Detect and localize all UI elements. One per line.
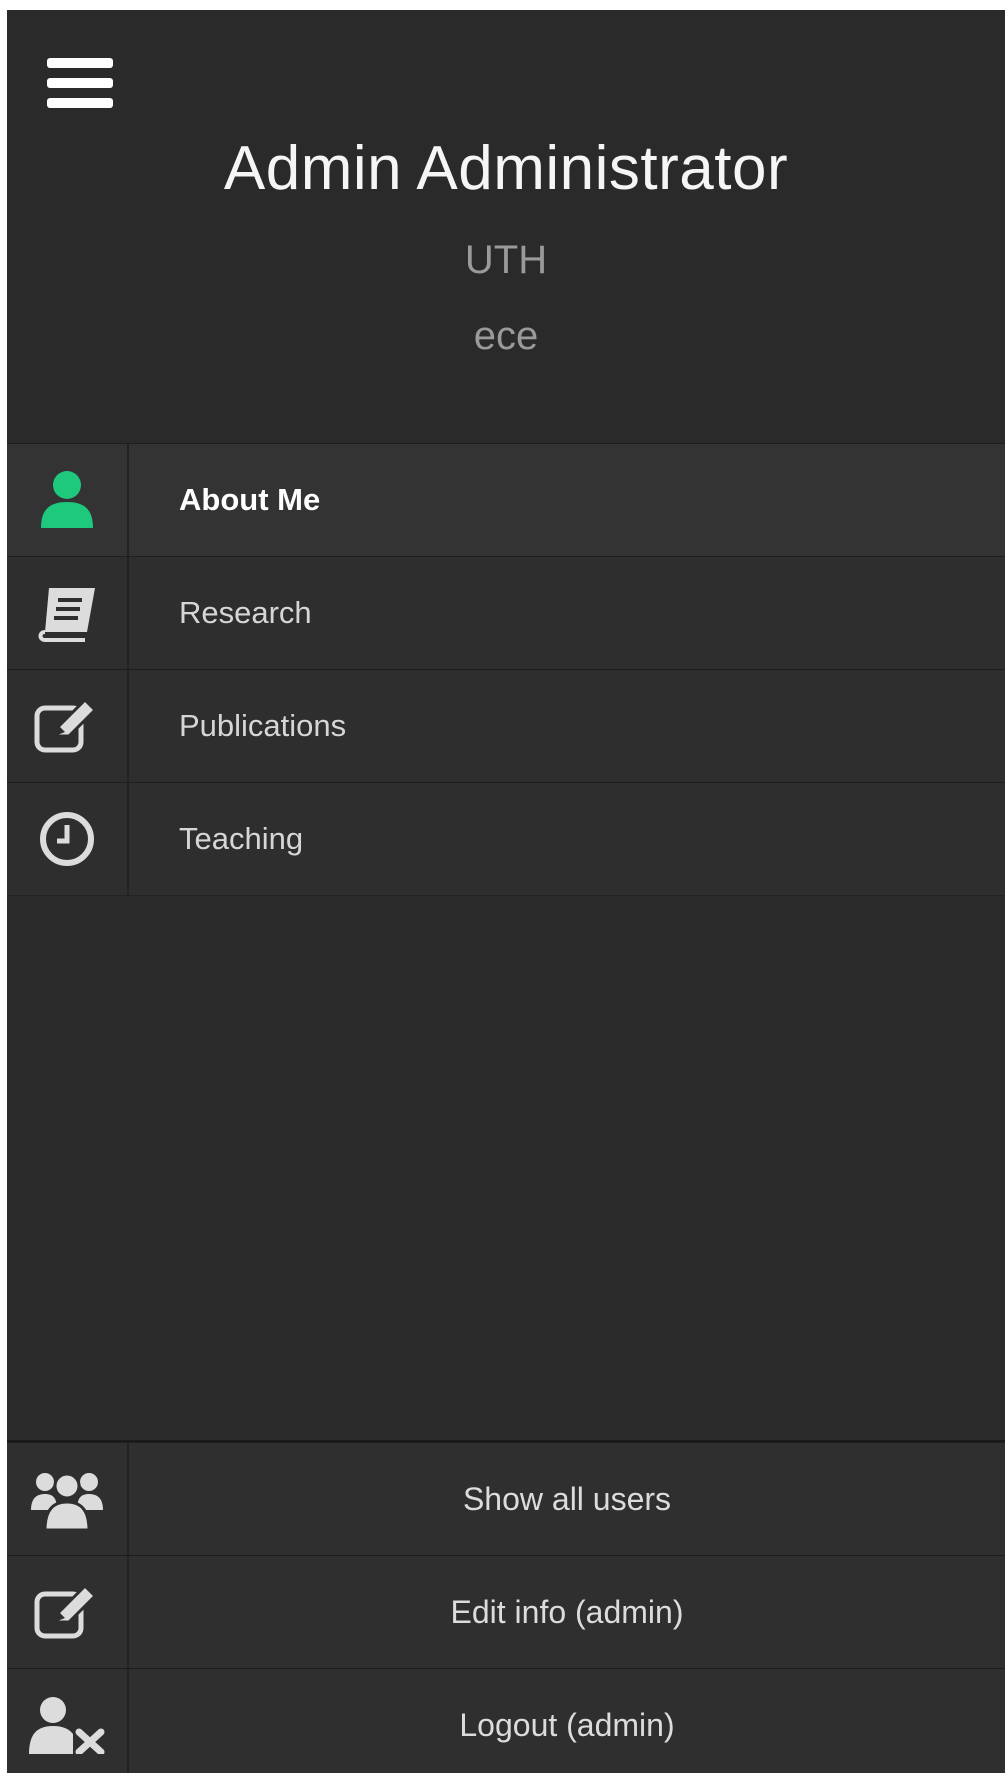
nav-icon-cell xyxy=(7,670,129,782)
nav-item-label: Teaching xyxy=(179,821,304,856)
footer-item-label: Edit info (admin) xyxy=(450,1593,684,1630)
show-all-users-button[interactable]: Show all users xyxy=(7,1442,1005,1555)
profile-department: ece xyxy=(473,314,539,358)
nav-item-label: Publications xyxy=(179,708,347,743)
nav-icon-cell xyxy=(7,1556,129,1668)
profile-name: Admin Administrator xyxy=(223,134,789,203)
edit-icon xyxy=(34,698,98,753)
nav-item-label: Research xyxy=(179,595,312,630)
nav-item-research[interactable]: Research xyxy=(7,556,1005,669)
nav-icon-cell xyxy=(7,1443,129,1555)
nav-item-publications[interactable]: Publications xyxy=(7,669,1005,782)
hamburger-menu-icon[interactable] xyxy=(47,54,113,116)
nav-icon-cell xyxy=(7,557,129,669)
users-icon xyxy=(31,1472,103,1530)
nav-item-label: About Me xyxy=(179,482,321,517)
sidebar-panel: Admin Administrator UTH ece About Me Res… xyxy=(7,10,1005,1773)
book-icon xyxy=(38,588,95,642)
nav-item-teaching[interactable]: Teaching xyxy=(7,782,1005,895)
nav-icon-cell xyxy=(7,444,129,556)
nav-item-about-me[interactable]: About Me xyxy=(7,443,1005,556)
nav-icon-cell xyxy=(7,783,129,895)
edit-info-button[interactable]: Edit info (admin) xyxy=(7,1555,1005,1668)
nav-icon-cell xyxy=(7,1669,129,1773)
user-icon xyxy=(41,471,93,528)
footer-item-label: Show all users xyxy=(462,1480,672,1517)
main-nav: About Me Research Publications Teaching xyxy=(7,443,1005,896)
sidebar-footer: Show all users Edit info (admin) Logout … xyxy=(7,1440,1005,1773)
clock-icon xyxy=(40,812,94,866)
edit-icon xyxy=(34,1584,98,1639)
nav-divider xyxy=(7,895,1005,896)
user-remove-icon xyxy=(29,1697,105,1754)
logout-button[interactable]: Logout (admin) xyxy=(7,1668,1005,1773)
profile-organization: UTH xyxy=(464,238,548,282)
footer-item-label: Logout (admin) xyxy=(459,1706,675,1743)
